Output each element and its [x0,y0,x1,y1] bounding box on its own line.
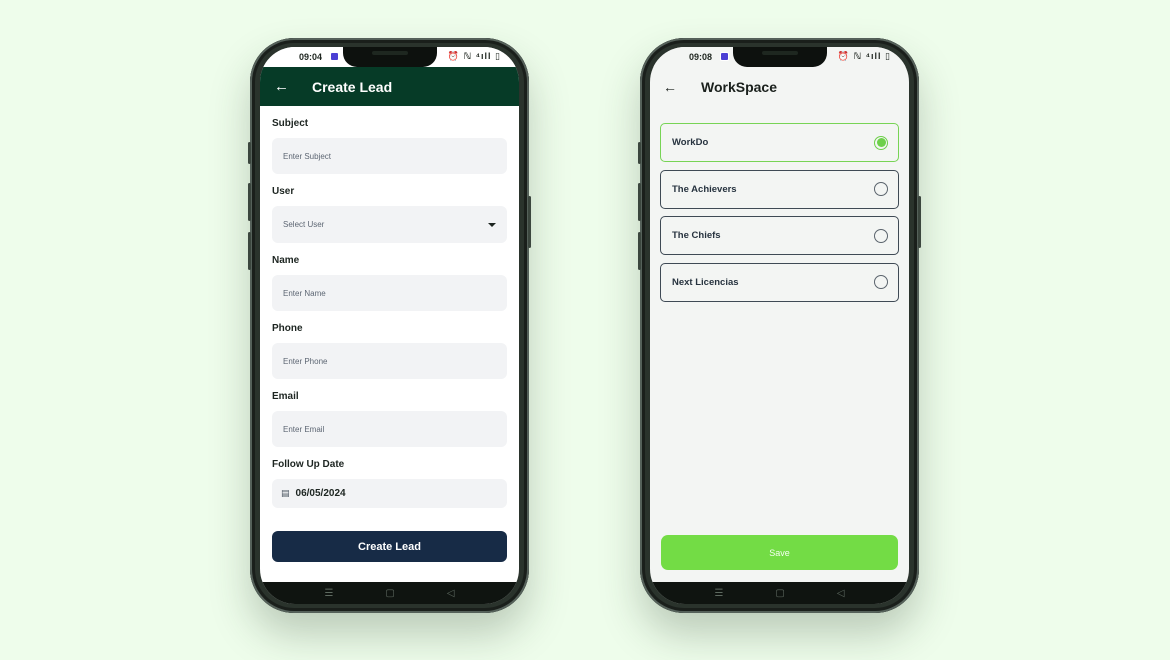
radio-icon[interactable] [874,228,888,243]
arrow-left-icon[interactable]: ← [663,79,685,95]
subject-placeholder: Enter Subject [283,151,332,161]
user-label: User [272,186,295,197]
page-title: Create Lead [312,78,393,95]
menu-icon[interactable]: ☰ [714,588,723,599]
save-button[interactable]: Save [661,535,898,570]
workspace-item-label: Next Licencias [672,276,739,288]
follow-up-date-input[interactable]: ▤ 06/05/2024 [272,479,507,508]
workspace-item-label: WorkDo [672,137,709,148]
create-lead-button[interactable]: Create Lead [272,531,507,562]
silent-switch [638,232,641,270]
volume-down-button [638,183,641,221]
notification-icon [330,52,339,61]
workspace-item-the-chiefs[interactable]: The Chiefs [660,216,899,255]
status-time: 09:08 [689,52,713,62]
workspace-item-workdo[interactable]: WorkDo [660,123,899,162]
user-select-value: Select User [283,220,325,229]
workspace-list: WorkDo The Achievers The Chiefs Next Lic… [660,123,899,309]
back-triangle-icon[interactable]: ◁ [447,588,455,599]
radio-icon[interactable] [874,275,888,289]
phone-label: Phone [272,323,303,334]
camera-notch [342,47,437,67]
home-icon[interactable]: ▢ [385,588,394,599]
system-nav-bar: ☰ ▢ ◁ [650,582,909,604]
silent-switch [248,232,251,270]
workspace-screen: 09:08 ⏰ ℕ ⁴ıll ▯ ← WorkSpace WorkDo The … [650,47,909,604]
email-placeholder: Enter Email [283,424,325,434]
phone-create-lead: 09:04 ⏰ ℕ ⁴ıll ▯ ← Create Lead Subject E… [248,38,531,613]
radio-icon[interactable] [874,182,888,196]
app-bar: ← Create Lead [260,67,519,106]
workspace-item-next-licencias[interactable]: Next Licencias [660,262,899,302]
phone-workspace: 09:08 ⏰ ℕ ⁴ıll ▯ ← WorkSpace WorkDo The … [638,38,921,613]
status-time: 09:04 [299,52,323,62]
name-label: Name [272,255,300,266]
name-placeholder: Enter Name [283,288,326,298]
power-button [528,196,531,248]
subject-label: Subject [272,118,309,129]
create-lead-screen: 09:04 ⏰ ℕ ⁴ıll ▯ ← Create Lead Subject E… [260,47,519,604]
calendar-icon: ▤ [281,488,290,498]
menu-icon[interactable]: ☰ [324,588,333,599]
follow-up-date-value: 06/05/2024 [295,488,346,499]
app-bar: ← WorkSpace [650,67,909,106]
caret-down-icon [488,222,496,227]
arrow-left-icon[interactable]: ← [274,78,296,95]
user-select[interactable]: Select User [272,206,507,243]
notification-icon [720,52,729,61]
power-button [918,196,921,248]
volume-up-button [248,142,251,164]
radio-selected-icon[interactable] [874,135,888,150]
home-icon[interactable]: ▢ [775,588,784,599]
email-input[interactable]: Enter Email [272,411,507,447]
create-lead-form: Subject Enter Subject User Select User N… [272,106,507,562]
phone-placeholder: Enter Phone [283,356,328,366]
phone-input[interactable]: Enter Phone [272,343,507,379]
workspace-item-label: The Achievers [672,183,737,195]
back-triangle-icon[interactable]: ◁ [837,588,845,599]
page-title: WorkSpace [701,78,777,95]
volume-down-button [248,183,251,221]
volume-up-button [638,142,641,164]
workspace-item-the-achievers[interactable]: The Achievers [660,169,899,209]
status-icons: ⏰ ℕ ⁴ıll ▯ [447,51,501,61]
follow-up-date-label: Follow Up Date [272,459,345,470]
camera-notch [732,47,827,67]
status-icons: ⏰ ℕ ⁴ıll ▯ [837,51,891,61]
name-input[interactable]: Enter Name [272,275,507,311]
system-nav-bar: ☰ ▢ ◁ [260,582,519,604]
email-label: Email [272,391,299,402]
subject-input[interactable]: Enter Subject [272,138,507,174]
workspace-item-label: The Chiefs [672,230,721,241]
